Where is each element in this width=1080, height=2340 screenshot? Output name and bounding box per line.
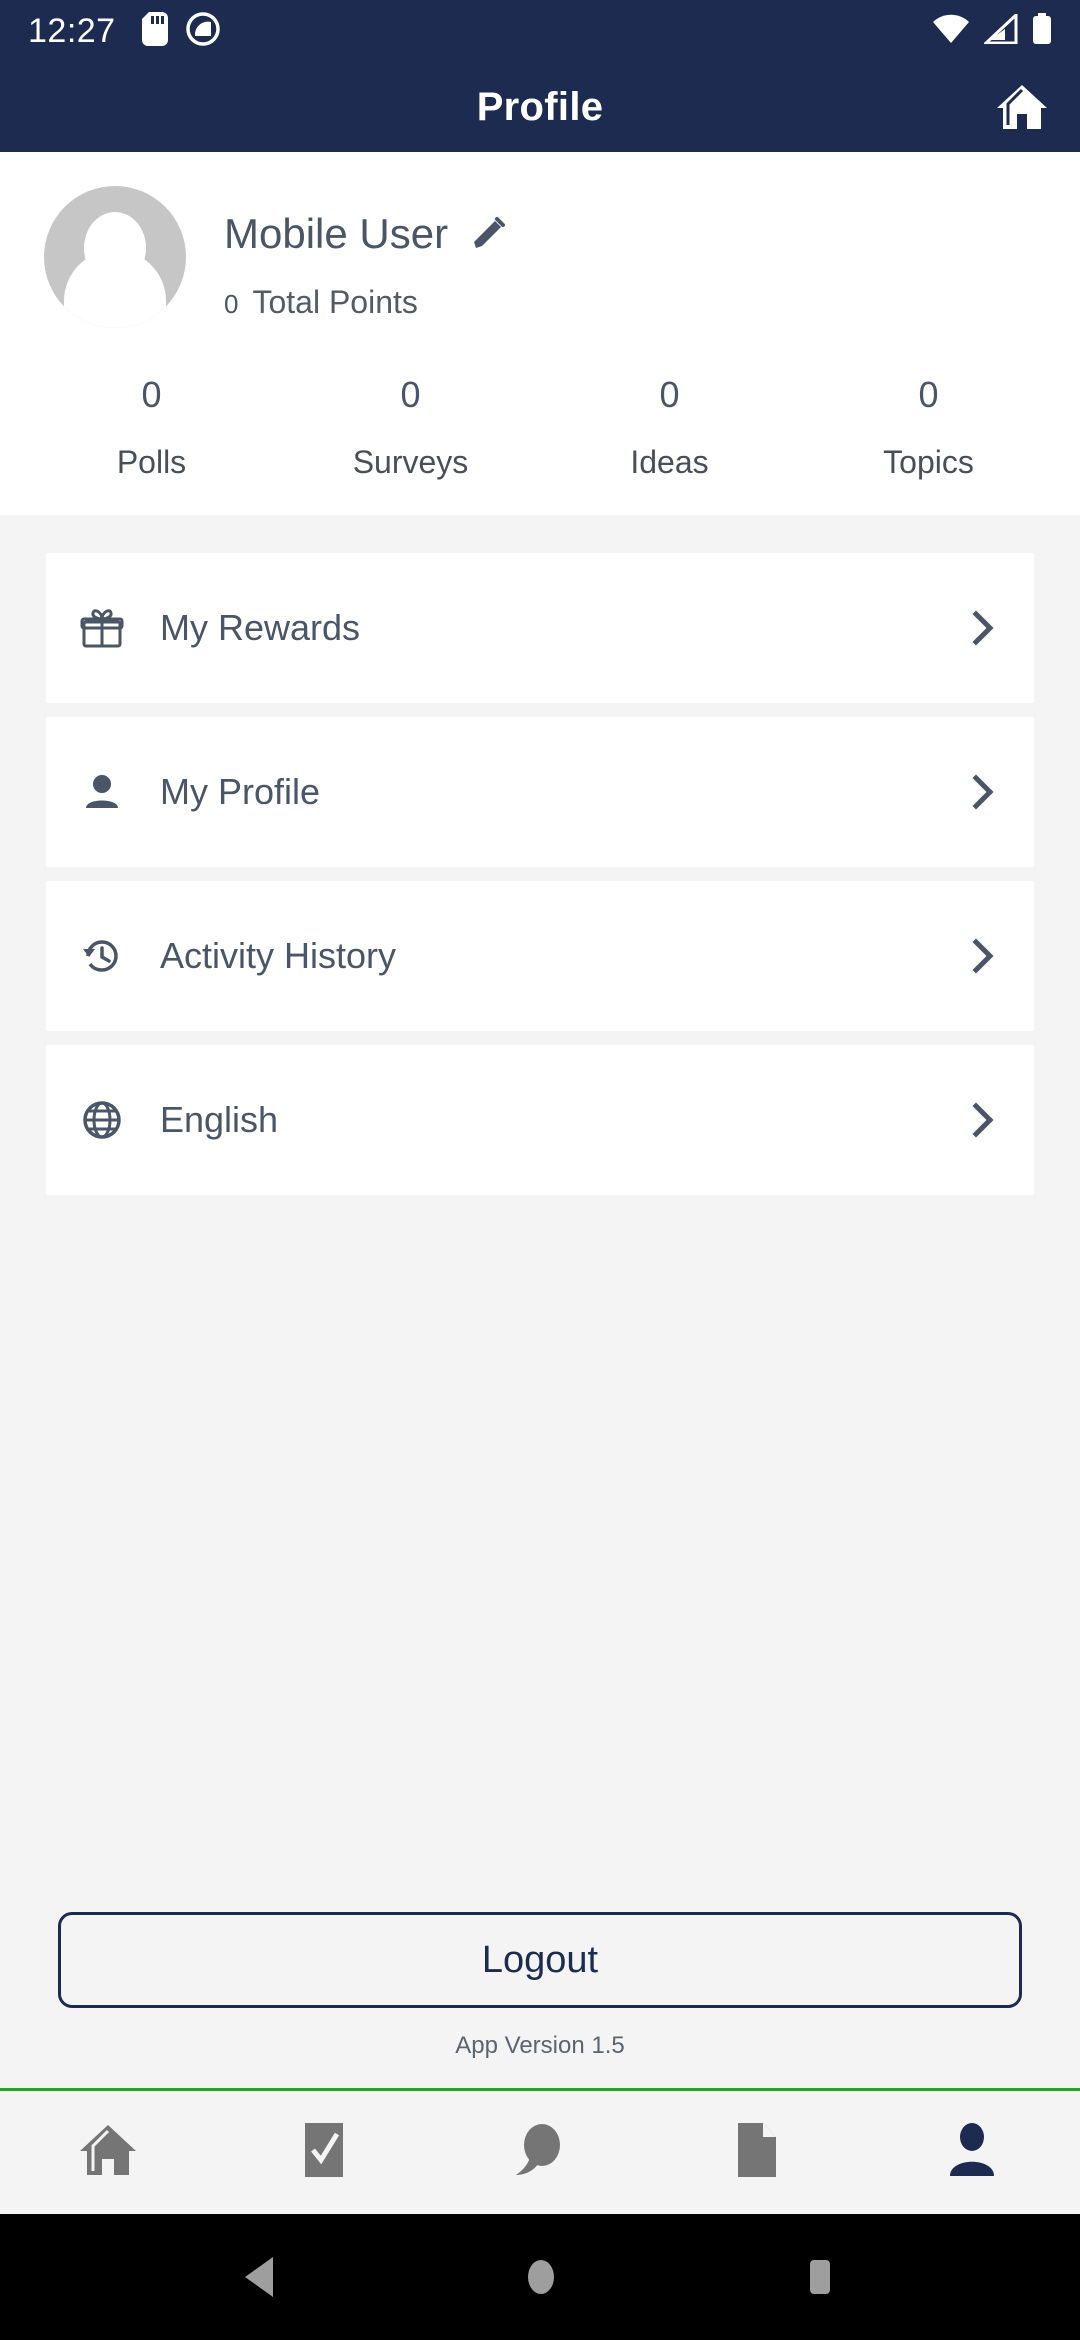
user-name-row: Mobile User [224, 210, 506, 258]
nav-item-polls[interactable] [216, 2120, 432, 2185]
menu-item-my-profile[interactable]: My Profile [46, 717, 1034, 867]
menu-list: My Rewards My Profile Activity History E… [0, 553, 1080, 1209]
stat-label: Polls [116, 444, 187, 480]
status-bar: 12:27 [0, 0, 1080, 62]
stat-ideas[interactable]: 0 Ideas [540, 374, 799, 481]
menu-item-language[interactable]: English [46, 1045, 1034, 1195]
user-name: Mobile User [224, 210, 449, 257]
history-clock-icon [80, 934, 132, 978]
wifi-icon [932, 14, 970, 49]
status-bar-left-icons [141, 11, 220, 51]
stat-label: Topics [883, 444, 974, 480]
total-points-value: 0 [224, 289, 239, 319]
android-navigation-bar [0, 2214, 1080, 2340]
gift-icon [80, 606, 132, 650]
profile-screen: 12:27 Profile Mobile User 0 Total Points… [0, 0, 1080, 2340]
profile-identity: Mobile User 0 Total Points [0, 180, 1080, 328]
chevron-right-icon [966, 770, 1000, 814]
stat-surveys[interactable]: 0 Surveys [281, 374, 540, 481]
stat-value: 0 [400, 374, 421, 415]
recents-square-icon[interactable] [799, 2253, 841, 2301]
status-bar-right-icons [932, 11, 1052, 50]
page-title: Profile [476, 84, 604, 129]
status-bar-time: 12:27 [28, 11, 116, 50]
profile-meta: Mobile User 0 Total Points [224, 180, 506, 321]
nav-item-home[interactable] [0, 2121, 216, 2184]
stat-polls[interactable]: 0 Polls [22, 374, 281, 481]
document-icon [730, 2120, 782, 2185]
stat-label: Surveys [352, 444, 469, 480]
menu-item-label: Activity History [160, 935, 397, 976]
logout-button[interactable]: Logout [58, 1912, 1022, 2008]
menu-item-my-rewards[interactable]: My Rewards [46, 553, 1034, 703]
person-icon [80, 770, 132, 814]
chat-icon [510, 2120, 570, 2185]
stats-row: 0 Polls 0 Surveys 0 Ideas 0 Topics [0, 374, 1080, 515]
nav-item-profile[interactable] [864, 2121, 1080, 2184]
app-bar: Profile [0, 62, 1080, 152]
stat-topics[interactable]: 0 Topics [799, 374, 1058, 481]
profile-header: Mobile User 0 Total Points 0 Polls 0 Sur… [0, 152, 1080, 515]
checkbox-icon [298, 2120, 350, 2185]
nav-item-documents[interactable] [648, 2120, 864, 2185]
stat-value: 0 [918, 374, 939, 415]
nav-item-chat[interactable] [432, 2120, 648, 2185]
app-version-label: App Version 1.5 [455, 2032, 625, 2059]
chevron-right-icon [966, 606, 1000, 650]
chevron-right-icon [966, 1098, 1000, 1142]
total-points-row: 0 Total Points [224, 284, 506, 321]
content-area: My Rewards My Profile Activity History E… [0, 515, 1080, 2088]
back-triangle-icon[interactable] [239, 2253, 283, 2301]
home-icon[interactable] [994, 81, 1050, 133]
logout-section: Logout App Version 1.5 [0, 1912, 1080, 2088]
menu-item-label: English [160, 1099, 279, 1140]
profile-icon [944, 2121, 1000, 2184]
home-icon [77, 2121, 139, 2184]
menu-item-label: My Profile [160, 771, 321, 812]
menu-item-activity-history[interactable]: Activity History [46, 881, 1034, 1031]
pencil-edit-icon[interactable] [470, 214, 506, 255]
stat-value: 0 [659, 374, 680, 415]
sd-card-icon [141, 11, 168, 51]
home-circle-icon[interactable] [520, 2253, 562, 2301]
avatar-placeholder-icon [44, 186, 186, 328]
stat-label: Ideas [630, 444, 709, 480]
battery-icon [1032, 12, 1052, 50]
total-points-label: Total Points [252, 284, 418, 320]
do-not-disturb-icon [185, 11, 220, 51]
chevron-right-icon [966, 934, 1000, 978]
bottom-navigation [0, 2088, 1080, 2214]
stat-value: 0 [141, 374, 162, 415]
cellular-signal-icon [982, 11, 1018, 49]
globe-icon [80, 1098, 132, 1142]
menu-item-label: My Rewards [160, 607, 361, 648]
